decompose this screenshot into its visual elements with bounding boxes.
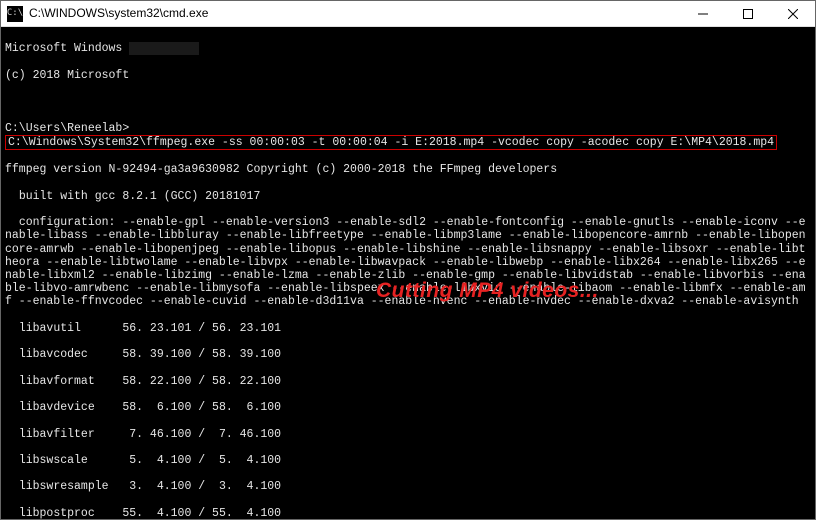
- close-button[interactable]: [770, 1, 815, 27]
- cmd-icon: C:\: [7, 6, 23, 22]
- redacted-text: xxxxxxxx: [129, 42, 199, 55]
- window-titlebar: C:\ C:\WINDOWS\system32\cmd.exe: [1, 1, 815, 27]
- copyright-line: (c) 2018 Microsoft: [5, 69, 811, 82]
- built-with: built with gcc 8.2.1 (GCC) 20181017: [5, 190, 811, 203]
- command-line: C:\Users\Reneelab>C:\Windows\System32\ff…: [5, 122, 811, 150]
- window-title: C:\WINDOWS\system32\cmd.exe: [29, 7, 680, 21]
- lib-version: libavdevice 58. 6.100 / 58. 6.100: [5, 401, 811, 414]
- blank-line: [5, 95, 811, 108]
- lib-version: libavfilter 7. 46.100 / 7. 46.100: [5, 428, 811, 441]
- lib-version: libpostproc 55. 4.100 / 55. 4.100: [5, 507, 811, 519]
- prompt-prefix: C:\Users\Reneelab>: [5, 122, 129, 135]
- highlighted-command: C:\Windows\System32\ffmpeg.exe -ss 00:00…: [5, 135, 777, 150]
- lib-version: libswscale 5. 4.100 / 5. 4.100: [5, 454, 811, 467]
- terminal-output[interactable]: Microsoft Windows xxxxxxxx (c) 2018 Micr…: [1, 27, 815, 519]
- lib-version: libavutil 56. 23.101 / 56. 23.101: [5, 322, 811, 335]
- header-line: Microsoft Windows xxxxxxxx: [5, 42, 811, 55]
- minimize-button[interactable]: [680, 1, 725, 27]
- lib-version: libswresample 3. 4.100 / 3. 4.100: [5, 480, 811, 493]
- annotation-overlay: Cutting MP4 videos...: [376, 279, 599, 303]
- window-controls: [680, 1, 815, 27]
- maximize-button[interactable]: [725, 1, 770, 27]
- lib-version: libavformat 58. 22.100 / 58. 22.100: [5, 375, 811, 388]
- lib-version: libavcodec 58. 39.100 / 58. 39.100: [5, 348, 811, 361]
- ffmpeg-version: ffmpeg version N-92494-ga3a9630982 Copyr…: [5, 163, 811, 176]
